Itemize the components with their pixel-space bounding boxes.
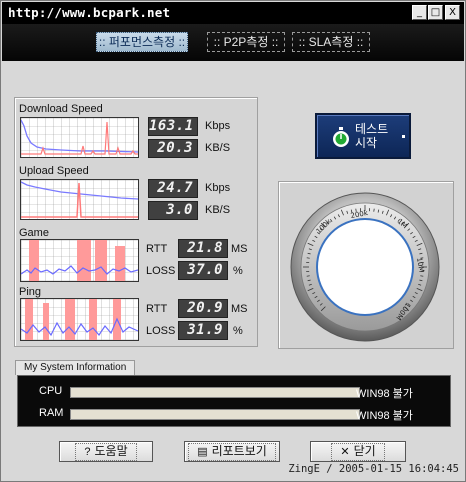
game-rtt-label: RTT	[146, 243, 168, 255]
start-test-label: 테스트 시작	[355, 122, 389, 150]
game-graph	[20, 239, 139, 282]
stopwatch-icon	[333, 127, 349, 147]
tab-p2p[interactable]: :: P2P측정 ::	[207, 32, 285, 52]
ping-label: Ping	[19, 286, 42, 298]
ping-rtt-display: 20.9	[178, 299, 228, 318]
system-info-tab: My System Information	[15, 360, 136, 375]
download-graph	[20, 117, 139, 158]
game-rtt-unit: MS	[231, 243, 248, 255]
graph-panel: Download Speed 163.1 Kbps 20.3 KB/S Uplo…	[14, 97, 258, 347]
game-loss-label: LOSS	[146, 265, 176, 277]
ping-rtt-unit: MS	[231, 303, 248, 315]
game-rtt-display: 21.8	[178, 239, 228, 258]
ping-graph	[20, 298, 139, 341]
game-loss-display: 37.0	[178, 261, 228, 280]
system-info-box: CPU WIN98 불가 RAM WIN98 불가	[17, 375, 451, 427]
tab-sla[interactable]: :: SLA측정 ::	[292, 32, 370, 52]
ping-loss-label: LOSS	[146, 325, 176, 337]
ping-loss-unit: %	[233, 325, 243, 337]
game-label: Game	[19, 227, 49, 239]
download-kbps-unit: Kbps	[205, 120, 231, 132]
report-button[interactable]: ▤ 리포트보기	[184, 441, 280, 462]
upload-kbs-display: 3.0	[148, 201, 198, 220]
ping-loss-display: 31.9	[178, 321, 228, 340]
speed-gauge: 100k 200k 1M 10M 100M	[290, 192, 440, 342]
speed-gauge-panel: 100k 200k 1M 10M 100M	[278, 181, 454, 349]
ping-rtt-label: RTT	[146, 303, 168, 315]
tab-performance[interactable]: :: 퍼포먼스측정 ::	[96, 32, 188, 52]
download-kbps-display: 163.1	[148, 117, 198, 136]
download-kbs-unit: KB/S	[205, 142, 231, 154]
upload-graph	[20, 179, 139, 220]
footer-timestamp: ZingE / 2005-01-15 16:04:45	[288, 463, 459, 475]
ram-bar	[70, 409, 360, 420]
cpu-label: CPU	[39, 385, 63, 397]
title-bar[interactable]: http://www.bcpark.net _ □ X	[2, 2, 464, 24]
maximize-button[interactable]: □	[428, 5, 443, 20]
download-label: Download Speed	[19, 103, 103, 115]
ram-value: WIN98 불가	[356, 410, 413, 422]
window-title: http://www.bcpark.net	[8, 5, 171, 20]
close-x-icon: ✕	[340, 446, 350, 458]
upload-label: Upload Speed	[19, 165, 89, 177]
upload-kbps-unit: Kbps	[205, 182, 231, 194]
app-window: http://www.bcpark.net _ □ X :: 퍼포먼스측정 ::…	[0, 0, 466, 482]
ram-label: RAM	[39, 407, 64, 419]
game-loss-unit: %	[233, 265, 243, 277]
start-dot-icon	[402, 135, 405, 138]
download-kbs-display: 20.3	[148, 139, 198, 158]
cpu-value: WIN98 불가	[356, 388, 413, 400]
document-icon: ▤	[197, 446, 208, 458]
cpu-bar	[70, 387, 360, 398]
help-button[interactable]: ? 도움말	[59, 441, 153, 462]
tab-header: :: 퍼포먼스측정 :: :: P2P측정 :: :: SLA측정 ::	[2, 24, 464, 61]
question-icon: ?	[84, 446, 91, 458]
close-button[interactable]: ✕ 닫기	[310, 441, 406, 462]
minimize-button[interactable]: _	[412, 5, 427, 20]
start-test-button[interactable]: 테스트 시작	[315, 113, 411, 159]
upload-kbps-display: 24.7	[148, 179, 198, 198]
close-window-button[interactable]: X	[445, 5, 460, 20]
upload-kbs-unit: KB/S	[205, 204, 231, 216]
